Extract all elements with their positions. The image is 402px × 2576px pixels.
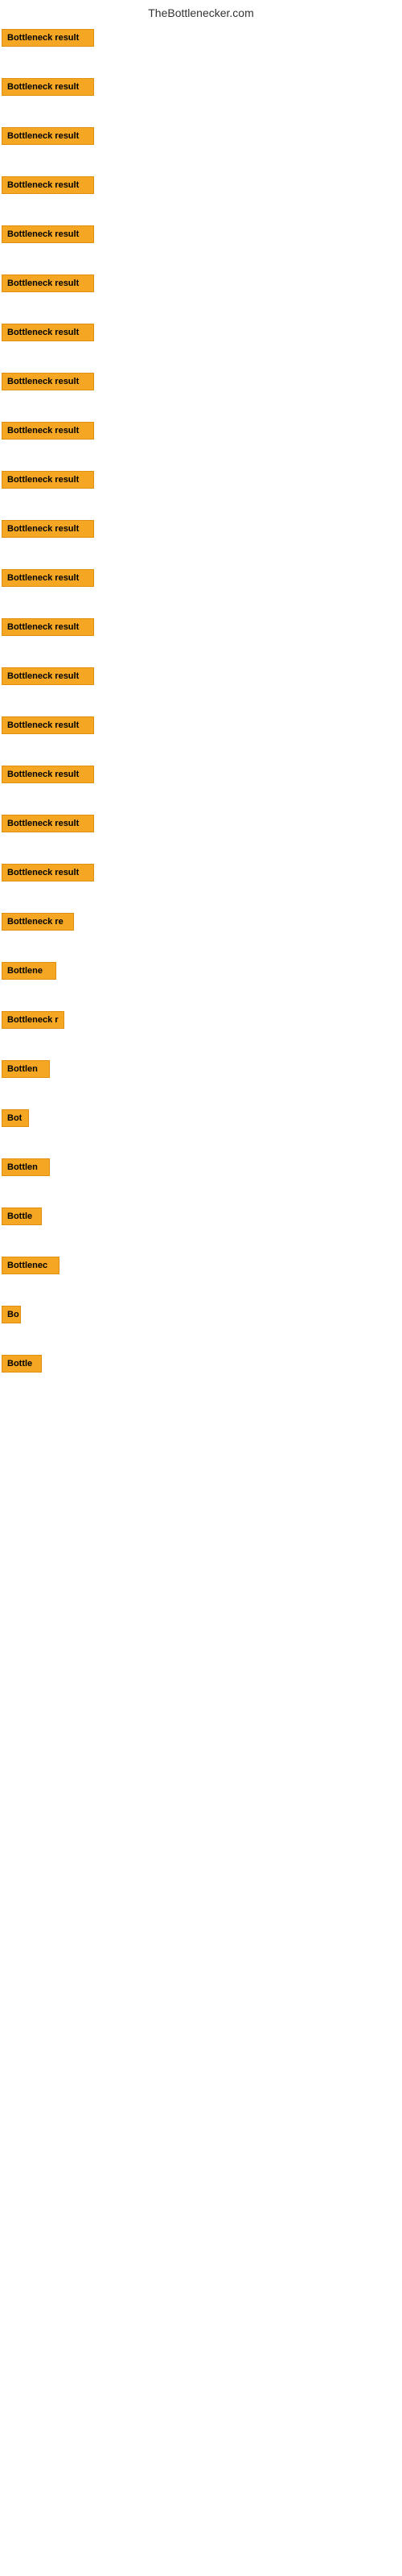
bottleneck-badge[interactable]: Bo — [2, 1306, 21, 1323]
bottleneck-badge[interactable]: Bottleneck result — [2, 766, 94, 783]
list-item: Bottleneck result — [2, 76, 400, 101]
bottleneck-badge[interactable]: Bottleneck result — [2, 422, 94, 440]
list-item: Bottlen — [2, 1059, 400, 1084]
list-item: Bottle — [2, 1353, 400, 1378]
bottleneck-badge[interactable]: Bottlenec — [2, 1257, 59, 1274]
list-item: Bottleneck result — [2, 518, 400, 543]
bottleneck-badge[interactable]: Bottleneck result — [2, 324, 94, 341]
list-item: Bo — [2, 1304, 400, 1329]
list-item: Bottleneck result — [2, 322, 400, 347]
bottleneck-badge[interactable]: Bottleneck result — [2, 815, 94, 832]
bottleneck-badge[interactable]: Bottleneck result — [2, 716, 94, 734]
bottleneck-badge[interactable]: Bottleneck result — [2, 569, 94, 587]
list-item: Bottleneck r — [2, 1009, 400, 1034]
bottleneck-badge[interactable]: Bottle — [2, 1355, 42, 1373]
bottleneck-badge[interactable]: Bottle — [2, 1208, 42, 1225]
site-header: TheBottlenecker.com — [0, 0, 402, 23]
bottleneck-badge[interactable]: Bottleneck result — [2, 520, 94, 538]
bottleneck-badge[interactable]: Bottlen — [2, 1060, 50, 1078]
bottleneck-badge[interactable]: Bottleneck result — [2, 127, 94, 145]
bottleneck-badge[interactable]: Bottleneck result — [2, 667, 94, 685]
list-item: Bottleneck result — [2, 764, 400, 789]
list-item: Bottleneck result — [2, 224, 400, 249]
list-item: Bottleneck result — [2, 27, 400, 52]
bottleneck-badge[interactable]: Bot — [2, 1109, 29, 1127]
list-item: Bottlenec — [2, 1255, 400, 1280]
list-item: Bottleneck result — [2, 813, 400, 838]
list-item: Bottleneck result — [2, 420, 400, 445]
bottleneck-badge[interactable]: Bottleneck r — [2, 1011, 64, 1029]
list-item: Bottleneck result — [2, 469, 400, 494]
bottleneck-badge[interactable]: Bottleneck result — [2, 618, 94, 636]
list-item: Bottleneck result — [2, 568, 400, 592]
list-item: Bottleneck result — [2, 715, 400, 740]
bottleneck-badge[interactable]: Bottleneck result — [2, 864, 94, 881]
bottleneck-badge[interactable]: Bottleneck result — [2, 225, 94, 243]
bottleneck-badge[interactable]: Bottleneck result — [2, 176, 94, 194]
bottleneck-badge[interactable]: Bottleneck result — [2, 373, 94, 390]
list-item: Bottleneck result — [2, 371, 400, 396]
list-item: Bottle — [2, 1206, 400, 1231]
bottleneck-badge[interactable]: Bottleneck re — [2, 913, 74, 931]
bottleneck-badge[interactable]: Bottleneck result — [2, 29, 94, 47]
list-item: Bottlen — [2, 1157, 400, 1182]
list-item: Bottleneck result — [2, 126, 400, 151]
list-item: Bottleneck re — [2, 911, 400, 936]
list-item: Bot — [2, 1108, 400, 1133]
list-item: Bottleneck result — [2, 273, 400, 298]
list-item: Bottleneck result — [2, 175, 400, 200]
bottleneck-badge[interactable]: Bottleneck result — [2, 471, 94, 489]
bottleneck-badge[interactable]: Bottlen — [2, 1158, 50, 1176]
list-item: Bottlene — [2, 960, 400, 985]
bottleneck-badge[interactable]: Bottleneck result — [2, 78, 94, 96]
list-item: Bottleneck result — [2, 862, 400, 887]
list-item: Bottleneck result — [2, 666, 400, 691]
list-item: Bottleneck result — [2, 617, 400, 642]
bottleneck-badge[interactable]: Bottleneck result — [2, 275, 94, 292]
bottleneck-badge[interactable]: Bottlene — [2, 962, 56, 980]
